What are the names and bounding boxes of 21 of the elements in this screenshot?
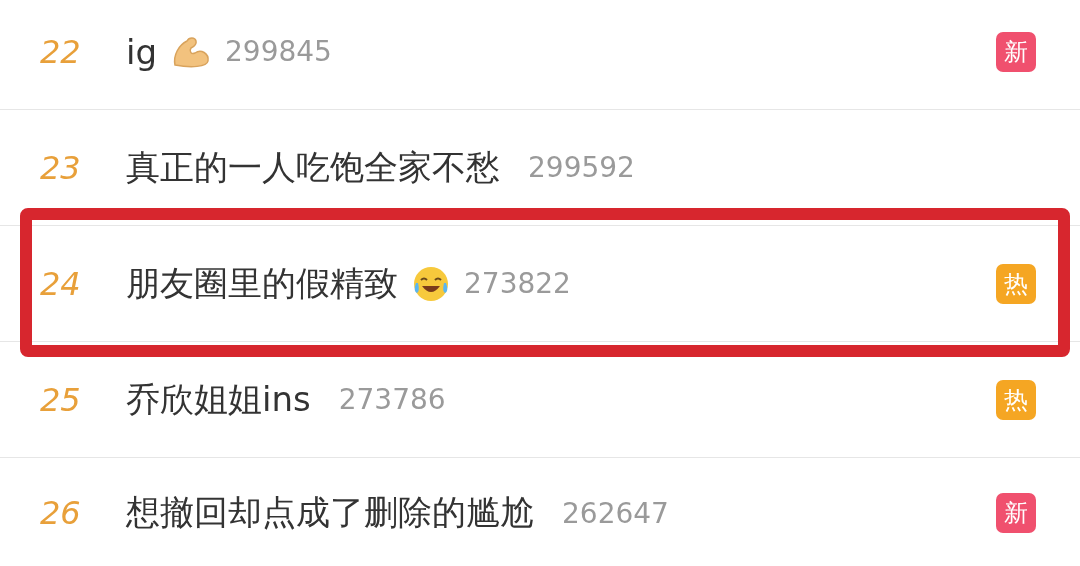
laughing-face-icon bbox=[412, 264, 450, 303]
heat-count: 273786 bbox=[338, 383, 446, 416]
heat-count: 299845 bbox=[225, 35, 332, 68]
flexed-arm-icon bbox=[171, 34, 212, 69]
topic-tag: 新 bbox=[996, 493, 1036, 533]
rank-number: 25 bbox=[39, 380, 82, 419]
heat-count: 299592 bbox=[528, 151, 635, 184]
rank-number: 23 bbox=[39, 148, 82, 187]
heat-count: 273822 bbox=[464, 267, 571, 300]
topic-title[interactable]: 真正的一人吃饱全家不愁 bbox=[126, 144, 500, 191]
heat-count: 262647 bbox=[562, 496, 669, 530]
topic-tag: 热 bbox=[996, 379, 1036, 420]
topic-title[interactable]: 想撤回却点成了删除的尴尬 bbox=[126, 490, 534, 536]
topic-tag: 新 bbox=[996, 31, 1036, 72]
topic-title[interactable]: 乔欣姐姐ins bbox=[126, 376, 311, 423]
rank-number: 22 bbox=[39, 32, 82, 71]
topic-title[interactable]: 朋友圈里的假精致 bbox=[126, 260, 398, 307]
topic-title[interactable]: ig bbox=[126, 31, 158, 72]
topic-tag: 热 bbox=[996, 263, 1036, 304]
rank-number: 26 bbox=[39, 494, 82, 532]
rank-number: 24 bbox=[39, 264, 82, 303]
